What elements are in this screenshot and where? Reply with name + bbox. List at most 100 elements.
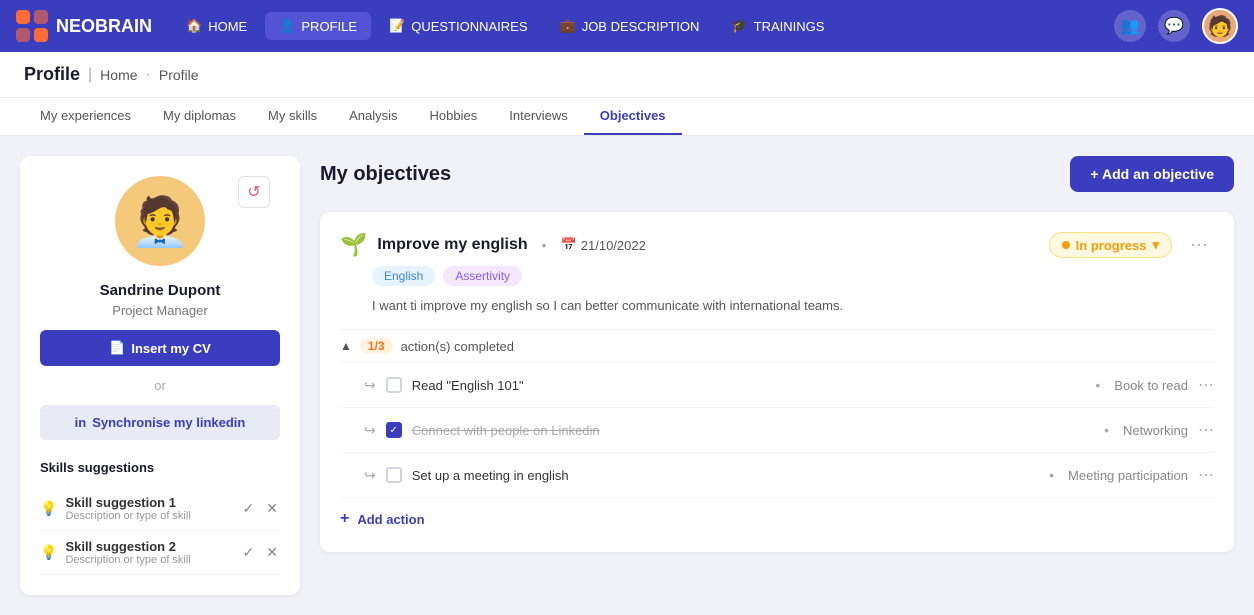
actions-collapse-header[interactable]: ▲ 1/3 action(s) completed <box>340 329 1214 362</box>
objective-card-1: 🌱 Improve my english • 📅 21/10/2022 In p… <box>320 212 1234 552</box>
action-category-3: Meeting participation <box>1068 468 1188 483</box>
app-name: NEOBRAIN <box>56 16 152 37</box>
nav-job-description[interactable]: 💼 JOB DESCRIPTION <box>546 12 714 40</box>
home-icon: 🏠 <box>186 18 202 34</box>
user-avatar: 🧑‍💼 <box>115 176 205 266</box>
skill-2-reject-button[interactable]: ✕ <box>264 542 280 563</box>
objective-name: Improve my english <box>377 236 527 254</box>
action-category-2: Networking <box>1123 423 1188 438</box>
user-avatar-nav[interactable]: 🧑 <box>1202 8 1238 44</box>
action-arrow-icon-3: ↪ <box>364 467 376 484</box>
subnav-skills[interactable]: My skills <box>252 98 333 135</box>
action-1-more-button[interactable]: ⋯ <box>1198 375 1214 395</box>
skill-1-reject-button[interactable]: ✕ <box>264 498 280 519</box>
objective-left: 🌱 Improve my english • 📅 21/10/2022 <box>340 232 646 258</box>
objectives-title: My objectives <box>320 163 451 186</box>
action-category-1: Book to read <box>1114 378 1188 393</box>
skill-desc-2: Description or type of skill <box>65 554 232 566</box>
breadcrumb-separator: | <box>88 66 92 84</box>
nav-home[interactable]: 🏠 HOME <box>172 12 261 40</box>
action-arrow-icon-1: ↪ <box>364 377 376 394</box>
actions-count-badge: 1/3 <box>360 338 393 354</box>
status-dot <box>1062 241 1070 249</box>
subnav-hobbies[interactable]: Hobbies <box>414 98 494 135</box>
or-separator: or <box>154 378 166 393</box>
messages-icon-button[interactable]: 💬 <box>1158 10 1190 42</box>
nav-trainings[interactable]: 🎓 TRAININGS <box>717 12 838 40</box>
skill-1-accept-button[interactable]: ✓ <box>241 498 257 519</box>
objective-tags: English Assertivity <box>372 266 1214 286</box>
breadcrumb-dot: · <box>146 66 151 84</box>
profile-icon: 👤 <box>279 18 295 34</box>
actions-label: action(s) completed <box>401 339 514 354</box>
subnav-objectives[interactable]: Objectives <box>584 98 682 135</box>
objective-separator-dot: • <box>542 237 547 253</box>
action-arrow-icon-2: ↪ <box>364 422 376 439</box>
action-item-2: ↪ ✓ Connect with people on Linkedin • Ne… <box>340 407 1214 452</box>
objective-more-button[interactable]: ⋯ <box>1184 233 1214 258</box>
objective-right: In progress ▾ ⋯ <box>1049 232 1214 258</box>
calendar-icon: 📅 <box>561 237 577 253</box>
collapse-arrow-icon: ▲ <box>340 339 352 353</box>
action-item-3: ↪ Set up a meeting in english • Meeting … <box>340 452 1214 497</box>
nav-right-actions: 👥 💬 🧑 <box>1114 8 1238 44</box>
status-badge[interactable]: In progress ▾ <box>1049 232 1172 258</box>
skill-icon-2: 💡 <box>40 544 57 561</box>
skill-name-2: Skill suggestion 2 <box>65 539 232 554</box>
sidebar: 🧑‍💼 ↺ Sandrine Dupont Project Manager 📄 … <box>20 156 300 595</box>
action-checkbox-2[interactable]: ✓ <box>386 422 402 438</box>
action-bullet-2: • <box>1104 422 1109 438</box>
objectives-header: My objectives + Add an objective <box>320 156 1234 192</box>
action-bullet-1: • <box>1095 377 1100 393</box>
skill-desc-1: Description or type of skill <box>65 510 232 522</box>
job-description-icon: 💼 <box>560 18 576 34</box>
action-bullet-3: • <box>1049 467 1054 483</box>
users-icon-button[interactable]: 👥 <box>1114 10 1146 42</box>
action-name-2: Connect with people on Linkedin <box>412 423 1090 438</box>
nav-questionnaires[interactable]: 📝 QUESTIONNAIRES <box>375 12 541 40</box>
trainings-icon: 🎓 <box>731 18 747 34</box>
skill-name-1: Skill suggestion 1 <box>65 495 232 510</box>
subnav-interviews[interactable]: Interviews <box>493 98 584 135</box>
skill-suggestion-2: 💡 Skill suggestion 2 Description or type… <box>40 531 280 575</box>
logo-icon <box>16 10 48 42</box>
subnav-experiences[interactable]: My experiences <box>24 98 147 135</box>
breadcrumb-home-link[interactable]: Home <box>100 67 137 83</box>
action-item-1: ↪ Read "English 101" • Book to read ⋯ <box>340 362 1214 407</box>
document-icon: 📄 <box>109 340 125 356</box>
avatar-container: 🧑‍💼 ↺ <box>40 176 280 266</box>
avatar-refresh-button[interactable]: ↺ <box>238 176 270 208</box>
add-action-plus-icon: + <box>340 510 349 528</box>
objective-date: 📅 21/10/2022 <box>561 237 646 253</box>
action-checkbox-3[interactable] <box>386 467 402 483</box>
insert-cv-button[interactable]: 📄 Insert my CV <box>40 330 280 366</box>
sub-navigation: My experiences My diplomas My skills Ana… <box>0 98 1254 136</box>
nav-profile[interactable]: 👤 PROFILE <box>265 12 371 40</box>
tag-assertivity: Assertivity <box>443 266 522 286</box>
breadcrumb-title: Profile <box>24 64 80 85</box>
action-2-more-button[interactable]: ⋯ <box>1198 420 1214 440</box>
action-checkbox-1[interactable] <box>386 377 402 393</box>
add-objective-button[interactable]: + Add an objective <box>1070 156 1234 192</box>
objectives-content: My objectives + Add an objective 🌱 Impro… <box>300 156 1234 595</box>
subnav-analysis[interactable]: Analysis <box>333 98 413 135</box>
subnav-diplomas[interactable]: My diplomas <box>147 98 252 135</box>
breadcrumb: Profile | Home · Profile <box>0 52 1254 98</box>
app-logo[interactable]: NEOBRAIN <box>16 10 152 42</box>
questionnaires-icon: 📝 <box>389 18 405 34</box>
skill-icon-1: 💡 <box>40 500 57 517</box>
skill-suggestion-1: 💡 Skill suggestion 1 Description or type… <box>40 487 280 531</box>
objective-description: I want ti improve my english so I can be… <box>372 298 1214 313</box>
chevron-down-icon: ▾ <box>1152 237 1159 253</box>
skill-2-accept-button[interactable]: ✓ <box>241 542 257 563</box>
user-role: Project Manager <box>112 303 207 318</box>
add-action-row[interactable]: + Add action <box>340 497 1214 532</box>
skills-suggestions-section: Skills suggestions 💡 Skill suggestion 1 … <box>40 460 280 575</box>
skills-suggestions-title: Skills suggestions <box>40 460 280 475</box>
objective-top-row: 🌱 Improve my english • 📅 21/10/2022 In p… <box>340 232 1214 258</box>
action-name-3: Set up a meeting in english <box>412 468 1035 483</box>
user-name: Sandrine Dupont <box>100 282 221 299</box>
action-3-more-button[interactable]: ⋯ <box>1198 465 1214 485</box>
sync-linkedin-button[interactable]: in Synchronise my linkedin <box>40 405 280 440</box>
linkedin-icon: in <box>75 415 87 430</box>
